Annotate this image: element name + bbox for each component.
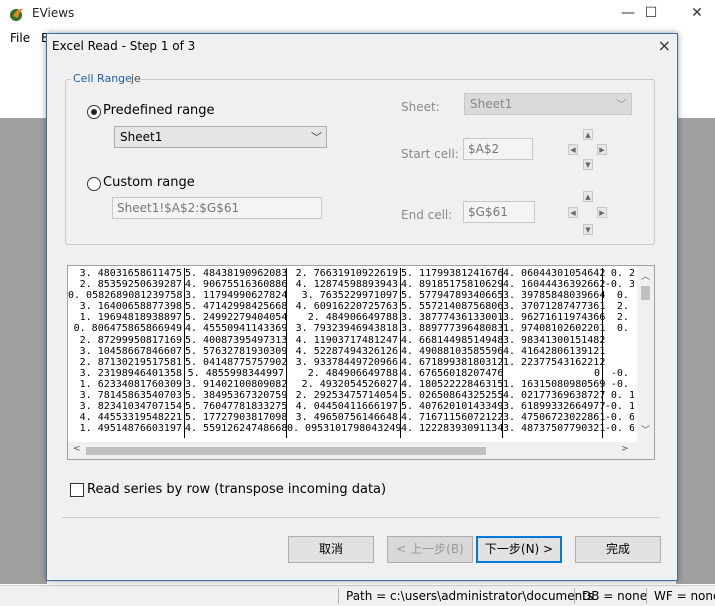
scroll-up-icon[interactable]: ︿ (641, 269, 650, 282)
status-separator (574, 588, 575, 604)
vertical-scroll-thumb[interactable] (641, 286, 650, 300)
predefined-range-label[interactable]: Predefined range (103, 103, 215, 118)
status-bar: Path = c:\users\administrator\documents … (0, 585, 715, 606)
cancel-button[interactable]: 取消 (288, 536, 374, 563)
status-separator (646, 588, 647, 604)
window-close-button[interactable]: ✕ (674, 0, 715, 28)
dialog-divider (62, 517, 660, 518)
custom-range-radio[interactable] (87, 177, 101, 191)
dialog-titlebar: Excel Read - Step 1 of 3 × (47, 34, 677, 58)
start-cell-input[interactable]: $A$2 (463, 138, 533, 160)
sheet-value: Sheet1 (470, 97, 513, 111)
maximize-button[interactable]: ☐ (628, 0, 674, 28)
predefined-range-select[interactable]: Sheet1 ﹀ (114, 126, 327, 148)
end-cell-up-icon[interactable]: ▲ (583, 191, 593, 202)
start-cell-right-icon[interactable]: ▶ (597, 144, 607, 155)
start-cell-label: Start cell: (401, 147, 459, 161)
app-titlebar: EViews — ☐ ✕ (0, 0, 715, 28)
end-cell-label: End cell: (401, 208, 453, 222)
radio-selected-dot (91, 109, 97, 115)
predefined-range-value: Sheet1 (120, 130, 163, 144)
legend-ghost-text: je (131, 72, 141, 85)
start-cell-up-icon[interactable]: ▲ (583, 129, 593, 140)
preview-column: 3. 48031658611475 2. 85359250639287 0. 0… (68, 268, 185, 438)
start-cell-down-icon[interactable]: ▼ (583, 159, 593, 170)
next-button[interactable]: 下一步(N) > (476, 536, 562, 563)
app-title: EViews (32, 6, 75, 20)
preview-column: 0. 26 -0. 35 0. 1 2. 5 2. 3 0. 7 1 0 0 -… (604, 268, 634, 435)
menu-file[interactable]: File (10, 31, 30, 45)
chevron-down-icon: ﹀ (311, 131, 322, 144)
excel-read-dialog: Excel Read - Step 1 of 3 × Cell Range je… (46, 33, 678, 581)
preview-column: 4. 06044301054642 4. 16044436392662 3. 3… (503, 268, 605, 438)
status-separator (338, 588, 339, 604)
scroll-right-icon[interactable]: > (621, 444, 629, 454)
finish-button[interactable]: 完成 (575, 536, 661, 563)
workspace-right (676, 118, 715, 584)
preview-horizontal-scrollbar[interactable]: < > (68, 442, 654, 459)
preview-grid: 3. 48031658611475 2. 85359250639287 0. 0… (68, 266, 634, 438)
scroll-left-icon[interactable]: < (73, 444, 81, 454)
sheet-label: Sheet: (401, 100, 440, 114)
custom-range-input[interactable]: Sheet1!$A$2:$G$61 (112, 197, 322, 219)
predefined-range-radio[interactable] (87, 105, 101, 119)
end-cell-left-icon[interactable]: ◀ (568, 207, 578, 218)
eviews-logo-icon (10, 8, 23, 21)
preview-column: 5. 48438190962083 4. 90675516360886 3. 1… (185, 268, 287, 438)
status-path: Path = c:\users\administrator\documents (346, 589, 594, 603)
custom-range-label[interactable]: Custom range (103, 175, 195, 190)
transpose-label[interactable]: Read series by row (transpose incoming d… (87, 482, 386, 497)
preview-vertical-scrollbar[interactable]: ︿ ﹀ (637, 266, 654, 442)
end-cell-input[interactable]: $G$61 (463, 201, 535, 223)
transpose-checkbox[interactable] (70, 483, 84, 497)
preview-column: 2. 76631910922619 4. 12874598893943 3. 7… (287, 268, 401, 438)
chevron-down-icon: ﹀ (616, 98, 627, 111)
end-cell-down-icon[interactable]: ▼ (583, 224, 593, 235)
horizontal-scroll-thumb[interactable] (86, 447, 486, 455)
sheet-select[interactable]: Sheet1 ﹀ (464, 93, 632, 115)
scroll-down-icon[interactable]: ﹀ (641, 423, 650, 436)
dialog-title: Excel Read - Step 1 of 3 (52, 39, 196, 53)
workspace-left (0, 118, 47, 584)
data-preview[interactable]: 3. 48031658611475 2. 85359250639287 0. 0… (67, 265, 655, 460)
preview-column: 5. 11799381241676 4. 89185175810629 5. 5… (401, 268, 503, 438)
start-cell-left-icon[interactable]: ◀ (568, 144, 578, 155)
cell-range-legend: Cell Range (71, 72, 134, 85)
back-button[interactable]: < 上一步(B) (387, 536, 473, 563)
status-db: DB = none (582, 589, 648, 603)
end-cell-right-icon[interactable]: ▶ (597, 207, 607, 218)
status-wf: WF = none (654, 589, 715, 603)
dialog-close-button[interactable]: × (658, 36, 671, 55)
